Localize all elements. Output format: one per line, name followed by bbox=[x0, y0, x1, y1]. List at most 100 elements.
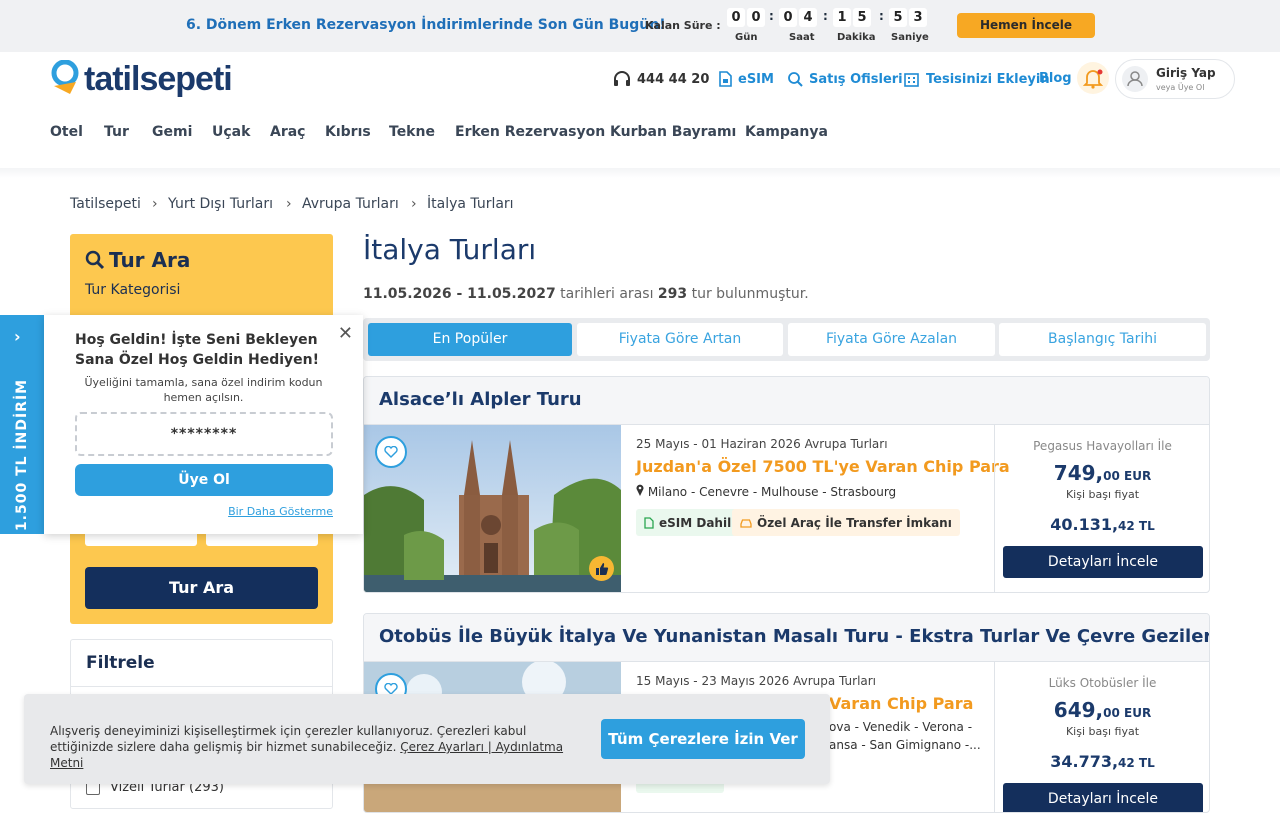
tour-search-button[interactable]: Tur Ara bbox=[85, 567, 318, 609]
logo-pin-icon bbox=[51, 60, 79, 94]
price-eur: 749,00 EUR bbox=[1053, 461, 1152, 485]
price-tl: 34.773,42 TL bbox=[1050, 752, 1155, 771]
nav-kurban-bayrami[interactable]: Kurban Bayramı bbox=[610, 124, 736, 140]
chevron-right-icon: › bbox=[411, 196, 417, 212]
nav-otel[interactable]: Otel bbox=[50, 124, 83, 140]
tour-card-header: Otobüs İle Büyük İtalya Ve Yunanistan Ma… bbox=[364, 614, 1209, 662]
discount-side-tab[interactable]: › 1.500 TL İNDİRİM bbox=[0, 315, 44, 534]
breadcrumb-avrupa[interactable]: Avrupa Turları bbox=[302, 196, 399, 212]
login-button[interactable]: Giriş Yap veya Üye Ol bbox=[1115, 59, 1235, 99]
nav-gemi[interactable]: Gemi bbox=[152, 124, 192, 140]
price-eur: 649,00 EUR bbox=[1053, 698, 1152, 722]
countdown-hours-label: Saat bbox=[789, 32, 815, 43]
heart-icon bbox=[384, 446, 398, 458]
register-button[interactable]: Üye Ol bbox=[75, 464, 333, 496]
nav-erken-rezervasyon[interactable]: Erken Rezervasyon bbox=[455, 124, 605, 140]
nav-tekne[interactable]: Tekne bbox=[389, 124, 435, 140]
per-person-label: Kişi başı fiyat bbox=[1065, 488, 1140, 501]
nav-ucak[interactable]: Uçak bbox=[212, 124, 250, 140]
tab-fiyata-gore-azalan[interactable]: Fiyata Göre Azalan bbox=[788, 323, 995, 356]
chevron-right-icon: › bbox=[286, 196, 292, 212]
filter-title: Filtrele bbox=[86, 653, 155, 673]
page-title: İtalya Turları bbox=[363, 233, 537, 266]
add-facility-link[interactable]: Tesisinizi Ekleyin bbox=[903, 71, 1050, 87]
tour-image[interactable] bbox=[364, 425, 621, 592]
map-marker-icon bbox=[636, 484, 644, 496]
countdown-hours: 04 bbox=[779, 8, 819, 27]
details-button[interactable]: Detayları İncele bbox=[1003, 783, 1203, 812]
nav-kampanya[interactable]: Kampanya bbox=[745, 124, 828, 140]
chevron-right-icon: › bbox=[152, 196, 158, 212]
chevron-right-icon: › bbox=[14, 327, 21, 346]
countdown-days: 00 bbox=[727, 8, 767, 27]
site-logo[interactable]: tatilsepeti bbox=[50, 58, 233, 100]
price-column: Lüks Otobüsler İle 649,00 EUR Kişi başı … bbox=[994, 662, 1209, 812]
popup-title: Hoş Geldin! İşte Seni Bekleyen Sana Özel… bbox=[75, 332, 320, 368]
breadcrumb-italya: İtalya Turları bbox=[427, 196, 514, 212]
breadcrumb-home[interactable]: Tatilsepeti bbox=[70, 196, 141, 212]
location-search-icon bbox=[788, 72, 803, 87]
discount-label: 1.500 TL İNDİRİM bbox=[14, 378, 30, 532]
close-icon[interactable]: ✕ bbox=[338, 323, 353, 344]
tour-title[interactable]: Otobüs İle Büyük İtalya Ve Yunanistan Ma… bbox=[379, 626, 1209, 647]
sim-card-icon bbox=[719, 71, 732, 87]
header-divider bbox=[0, 168, 1280, 178]
details-button[interactable]: Detayları İncele bbox=[1003, 546, 1203, 578]
login-title: Giriş Yap bbox=[1156, 66, 1216, 80]
cookie-banner: Alışveriş deneyiminizi kişiselleştirmek … bbox=[24, 694, 830, 784]
transport-info: Lüks Otobüsler İle bbox=[1048, 676, 1157, 690]
register-subtitle: veya Üye Ol bbox=[1156, 83, 1205, 92]
divider bbox=[71, 686, 332, 687]
end-date-input[interactable] bbox=[206, 534, 318, 546]
tab-en-populer[interactable]: En Popüler bbox=[368, 323, 572, 356]
blog-link[interactable]: Blog bbox=[1039, 71, 1072, 86]
user-icon bbox=[1127, 71, 1143, 87]
price-tl: 40.131,42 TL bbox=[1050, 515, 1155, 534]
tour-dates: 25 Mayıs - 01 Haziran 2026 Avrupa Turlar… bbox=[636, 437, 888, 451]
esim-link[interactable]: eSIM bbox=[718, 71, 774, 87]
sort-tabs: En Popüler Fiyata Göre Artan Fiyata Göre… bbox=[363, 318, 1210, 361]
tour-route-line-2: ansa - San Gimignano -... bbox=[829, 738, 981, 752]
countdown-seconds-label: Saniye bbox=[891, 32, 929, 43]
transport-info: Pegasus Havayolları İle bbox=[1033, 439, 1172, 453]
dont-show-again-link[interactable]: Bir Daha Gösterme bbox=[228, 505, 333, 518]
discount-code-field[interactable]: ******** bbox=[75, 412, 333, 456]
start-date-input[interactable] bbox=[85, 534, 197, 546]
promo-text[interactable]: 6. Dönem Erken Rezervasyon İndirimlerind… bbox=[186, 17, 666, 33]
welcome-popup: ✕ Hoş Geldin! İşte Seni Bekleyen Sana Öz… bbox=[44, 315, 363, 534]
tour-title[interactable]: Alsace’lı Alpler Turu bbox=[379, 389, 582, 410]
breadcrumb-yurt-disi[interactable]: Yurt Dışı Turları bbox=[168, 196, 273, 212]
building-icon bbox=[904, 73, 919, 87]
thumbs-up-icon bbox=[595, 562, 608, 575]
nav-arac[interactable]: Araç bbox=[270, 124, 306, 140]
countdown-minutes-label: Dakika bbox=[837, 32, 876, 43]
price-column: Pegasus Havayolları İle 749,00 EUR Kişi … bbox=[994, 425, 1209, 592]
tour-route: Milano - Cenevre - Mulhouse - Strasbourg bbox=[636, 484, 896, 499]
phone-link[interactable]: 444 44 20 bbox=[613, 71, 709, 87]
countdown-label: Kalan Süre : bbox=[645, 19, 721, 32]
accept-all-cookies-button[interactable]: Tüm Çerezlere İzin Ver bbox=[601, 719, 805, 759]
favorite-button[interactable] bbox=[375, 436, 407, 468]
countdown-minutes: 15 bbox=[833, 8, 873, 27]
tour-card[interactable]: Alsace’lı Alpler Turu 25 Mayıs - 01 Hazi… bbox=[363, 376, 1210, 593]
tour-category-label: Tur Kategorisi bbox=[85, 282, 181, 298]
results-summary: 11.05.2026 - 11.05.2027 tarihleri arası … bbox=[363, 286, 809, 302]
notifications-button[interactable] bbox=[1077, 62, 1109, 94]
chip-para-promo[interactable]: Varan Chip Para bbox=[829, 694, 973, 713]
search-icon bbox=[85, 250, 105, 270]
car-icon bbox=[740, 518, 752, 528]
tour-dates: 15 Mayıs - 23 Mayıs 2026 Avrupa Turları bbox=[636, 674, 877, 688]
tab-fiyata-gore-artan[interactable]: Fiyata Göre Artan bbox=[577, 323, 783, 356]
bell-icon bbox=[1082, 69, 1104, 89]
promo-cta-button[interactable]: Hemen İncele bbox=[957, 13, 1095, 38]
nav-kibris[interactable]: Kıbrıs bbox=[325, 124, 371, 140]
nav-tur[interactable]: Tur bbox=[104, 124, 129, 140]
recommended-badge bbox=[589, 556, 614, 581]
tour-card-header: Alsace’lı Alpler Turu bbox=[364, 377, 1209, 425]
tab-baslangic-tarihi[interactable]: Başlangıç Tarihi bbox=[999, 323, 1206, 356]
headset-icon bbox=[614, 71, 630, 86]
sales-offices-link[interactable]: Satış Ofisleri bbox=[787, 71, 903, 87]
esim-badge: eSIM Dahil bbox=[636, 509, 740, 536]
chip-para-promo[interactable]: Juzdan'a Özel 7500 TL'ye Varan Chip Para bbox=[636, 457, 1010, 476]
transfer-badge: Özel Araç İle Transfer İmkanı bbox=[732, 509, 960, 536]
